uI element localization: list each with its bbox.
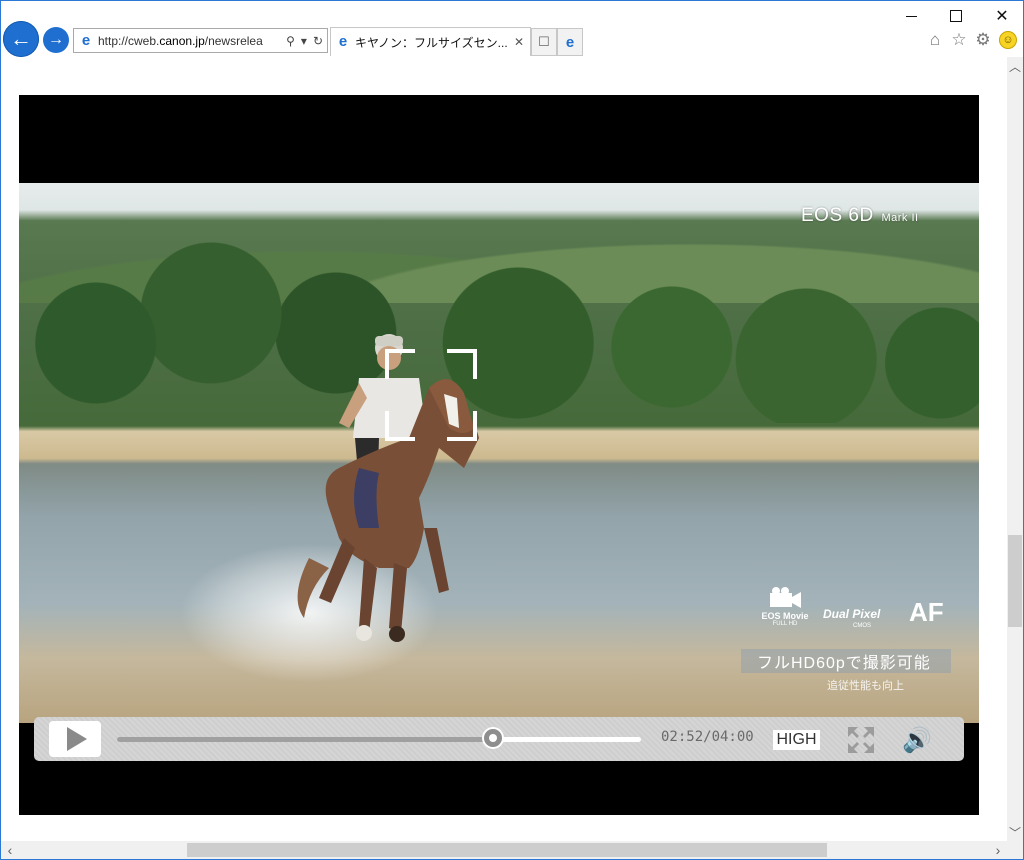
fullscreen-icon[interactable] (846, 725, 876, 755)
scroll-up-icon[interactable]: ︿ (1007, 57, 1023, 75)
new-tab-button[interactable]: ☐ (531, 28, 557, 56)
video-caption: フルHD60pで撮影可能 (741, 649, 951, 673)
video-player[interactable]: EOS 6D Mark II EOS Movie FULL HD Dual Pi… (19, 95, 979, 815)
smiley-icon: ☺ (999, 31, 1017, 49)
scroll-right-icon[interactable]: › (989, 841, 1007, 859)
home-button[interactable]: ⌂ (924, 29, 946, 51)
movie-camera-icon (770, 587, 801, 608)
scroll-down-icon[interactable]: ﹀ (1007, 823, 1023, 841)
scroll-left-icon[interactable]: ‹ (1, 841, 19, 859)
gear-icon: ⚙ (975, 30, 991, 49)
new-tab-icon: ☐ (538, 34, 550, 49)
dual-pixel-badge: Dual Pixel CMOS AF (823, 597, 944, 629)
feature-badges: EOS Movie FULL HD Dual Pixel CMOS AF (753, 587, 953, 637)
eos-movie-badge: EOS Movie FULL HD (753, 587, 817, 628)
seek-bar-played (117, 737, 493, 742)
browser-window: ✕ ← → e http://cweb.canon.jp/newsrelea ⚲… (0, 0, 1024, 860)
tab-close-icon[interactable]: ✕ (512, 35, 526, 49)
speaker-icon: 🔊 (902, 726, 932, 754)
af-label: AF (909, 597, 944, 627)
play-button[interactable] (49, 721, 101, 757)
horizontal-scrollbar[interactable]: ‹ › (1, 841, 1007, 859)
tab-title: キヤノン：フルサイズセン... (355, 35, 508, 50)
play-icon (67, 727, 87, 751)
maximize-button[interactable] (933, 1, 979, 31)
refresh-icon[interactable]: ↻ (313, 34, 323, 48)
dropdown-icon[interactable]: ▾ (301, 34, 307, 48)
tab-canon[interactable]: e キヤノン：フルサイズセン... ✕ (330, 27, 531, 56)
tab-ie-icon: e (338, 33, 348, 50)
quality-button[interactable]: HIGH (773, 730, 820, 750)
video-frame[interactable]: EOS 6D Mark II EOS Movie FULL HD Dual Pi… (19, 183, 979, 723)
eos-movie-label: EOS Movie (761, 611, 809, 621)
settings-button[interactable]: ⚙ (972, 29, 994, 51)
star-icon: ☆ (951, 30, 967, 49)
cmos-label: CMOS (853, 623, 871, 629)
forward-button[interactable]: → (43, 27, 69, 53)
full-hd-label: FULL HD (772, 621, 798, 627)
video-control-bar: 02:52/04:00 HIGH 🔊 (34, 717, 964, 761)
seek-handle[interactable] (481, 727, 504, 749)
favorites-button[interactable]: ☆ (948, 29, 970, 51)
close-icon: ✕ (995, 8, 1009, 25)
maximize-icon (950, 10, 962, 22)
brand-logo: EOS 6D Mark II (801, 205, 919, 227)
address-bar[interactable]: e http://cweb.canon.jp/newsrelea ⚲ ▾ ↻ (73, 28, 328, 53)
time-display: 02:52/04:00 (661, 729, 754, 745)
brand-sub: Mark II (881, 212, 919, 224)
horizontal-scroll-thumb[interactable] (187, 843, 827, 857)
volume-button[interactable]: 🔊 (902, 725, 942, 755)
back-button[interactable]: ← (3, 21, 39, 57)
edge-icon: e (565, 33, 575, 51)
af-focus-frame (385, 349, 477, 441)
ie-page-icon: e (81, 31, 91, 49)
brand-title: EOS 6D (801, 205, 874, 226)
vertical-scrollbar[interactable]: ︿ ﹀ (1007, 57, 1023, 841)
url-prefix: http://cweb. (98, 33, 160, 48)
page-content: EOS 6D Mark II EOS Movie FULL HD Dual Pi… (1, 57, 1007, 841)
close-window-button[interactable]: ✕ (979, 1, 1023, 31)
open-edge-button[interactable]: e (557, 28, 583, 56)
url-domain: canon.jp (159, 33, 205, 48)
home-icon: ⌂ (929, 30, 941, 49)
forward-arrow-icon: → (48, 31, 64, 48)
url-suffix: /newsrelea (204, 33, 263, 48)
search-icon[interactable]: ⚲ (286, 34, 295, 48)
vertical-scroll-thumb[interactable] (1008, 535, 1022, 627)
address-url[interactable]: http://cweb.canon.jp/newsrelea (98, 34, 286, 48)
video-caption-sub: 追従性能も向上 (827, 680, 904, 692)
back-arrow-icon: ← (10, 26, 32, 51)
dual-pixel-label: Dual Pixel (823, 607, 881, 621)
caption-main: フルHD60pで撮影可能 (757, 655, 931, 672)
feedback-button[interactable]: ☺ (997, 29, 1019, 51)
minimize-icon (905, 15, 917, 17)
tree-line (19, 223, 979, 423)
seek-bar[interactable] (117, 727, 641, 749)
scrollbar-corner (1007, 841, 1023, 859)
minimize-button[interactable] (888, 1, 934, 31)
